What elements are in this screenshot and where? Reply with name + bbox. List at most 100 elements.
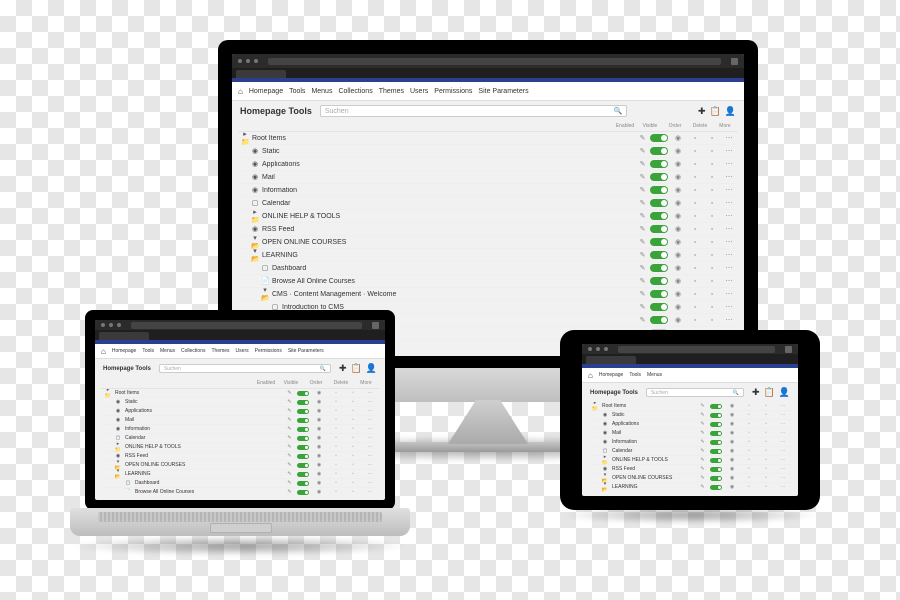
nav-item[interactable]: Users <box>410 88 428 95</box>
enabled-toggle[interactable] <box>650 238 668 246</box>
tree-row[interactable]: ▸📁ONLINE HELP & TOOLS✎◉▫▫⋯ <box>588 456 792 465</box>
enabled-toggle[interactable] <box>650 251 668 259</box>
row-action[interactable]: ◉ <box>312 471 326 477</box>
row-action[interactable]: ▫ <box>346 471 360 477</box>
row-action[interactable]: ▫ <box>742 466 756 472</box>
row-action[interactable]: ▫ <box>688 304 702 311</box>
row-action[interactable]: ⋯ <box>722 160 736 168</box>
row-action[interactable]: ▫ <box>329 408 343 414</box>
row-action[interactable]: ⋯ <box>363 417 377 423</box>
tree-row[interactable]: ▾📂LEARNING✎◉▫▫⋯ <box>588 483 792 492</box>
edit-icon[interactable]: ✎ <box>638 160 647 168</box>
edit-icon[interactable]: ✎ <box>638 277 647 285</box>
browser-tab[interactable] <box>236 70 286 78</box>
row-action[interactable]: ▫ <box>329 444 343 450</box>
row-action[interactable]: ◉ <box>671 186 685 194</box>
clipboard-icon[interactable]: 📋 <box>710 106 721 117</box>
search-input[interactable]: Suchen🔍 <box>320 105 628 117</box>
row-action[interactable]: ▫ <box>329 489 343 495</box>
row-action[interactable]: ▫ <box>346 453 360 459</box>
row-action[interactable]: ▫ <box>742 457 756 463</box>
row-action[interactable]: ◉ <box>671 225 685 233</box>
row-action[interactable]: ⋯ <box>776 439 790 445</box>
row-action[interactable]: ◉ <box>725 457 739 463</box>
row-action[interactable]: ▫ <box>759 466 773 472</box>
row-action[interactable]: ◉ <box>312 489 326 495</box>
search-input[interactable]: Suchen🔍 <box>646 388 744 397</box>
home-icon[interactable]: ⌂ <box>238 87 243 96</box>
enabled-toggle[interactable] <box>710 404 722 409</box>
row-action[interactable]: ▫ <box>329 390 343 396</box>
row-action[interactable]: ◉ <box>725 448 739 454</box>
search-input[interactable]: Suchen🔍 <box>159 364 331 373</box>
row-action[interactable]: ⋯ <box>722 290 736 298</box>
row-action[interactable]: ⋯ <box>776 448 790 454</box>
edit-icon[interactable]: ✎ <box>285 489 294 495</box>
row-action[interactable]: ▫ <box>329 453 343 459</box>
row-action[interactable]: ▫ <box>705 200 719 207</box>
edit-icon[interactable]: ✎ <box>698 448 707 454</box>
address-bar[interactable] <box>131 322 362 329</box>
row-action[interactable]: ⋯ <box>776 403 790 409</box>
edit-icon[interactable]: ✎ <box>638 173 647 181</box>
enabled-toggle[interactable] <box>710 449 722 454</box>
row-action[interactable]: ◉ <box>671 134 685 142</box>
enabled-toggle[interactable] <box>297 436 309 441</box>
row-action[interactable]: ◉ <box>671 290 685 298</box>
row-action[interactable]: ▫ <box>759 475 773 481</box>
row-action[interactable]: ⋯ <box>722 316 736 324</box>
row-action[interactable]: ⋯ <box>363 435 377 441</box>
plus-icon[interactable]: ✚ <box>698 106 706 117</box>
row-action[interactable]: ▫ <box>346 489 360 495</box>
edit-icon[interactable]: ✎ <box>698 403 707 409</box>
enabled-toggle[interactable] <box>650 134 668 142</box>
edit-icon[interactable]: ✎ <box>638 251 647 259</box>
nav-item[interactable]: Themes <box>211 348 229 354</box>
enabled-toggle[interactable] <box>710 485 722 490</box>
row-action[interactable]: ▫ <box>705 278 719 285</box>
tree-row[interactable]: ▾📂LEARNING✎◉▫▫⋯ <box>101 470 379 479</box>
browser-tab[interactable] <box>99 332 149 340</box>
tree-row[interactable]: ◉RSS Feed✎◉▫▫⋯ <box>588 465 792 474</box>
row-action[interactable]: ◉ <box>671 277 685 285</box>
row-action[interactable]: ▫ <box>742 439 756 445</box>
plus-icon[interactable]: ✚ <box>752 387 760 398</box>
edit-icon[interactable]: ✎ <box>698 457 707 463</box>
clipboard-icon[interactable]: 📋 <box>351 363 362 374</box>
row-action[interactable]: ▫ <box>705 226 719 233</box>
nav-item[interactable]: Users <box>236 348 249 354</box>
row-action[interactable]: ◉ <box>312 408 326 414</box>
row-action[interactable]: ▫ <box>759 403 773 409</box>
row-action[interactable]: ⋯ <box>776 412 790 418</box>
enabled-toggle[interactable] <box>710 467 722 472</box>
tree-row[interactable]: ▢Dashboard✎◉▫▫⋯ <box>101 479 379 488</box>
row-action[interactable]: ⋯ <box>363 426 377 432</box>
row-action[interactable]: ⋯ <box>722 199 736 207</box>
edit-icon[interactable]: ✎ <box>638 147 647 155</box>
nav-item[interactable]: Menus <box>160 348 175 354</box>
row-action[interactable]: ◉ <box>725 475 739 481</box>
row-action[interactable]: ▫ <box>346 462 360 468</box>
edit-icon[interactable]: ✎ <box>698 475 707 481</box>
nav-item[interactable]: Homepage <box>112 348 136 354</box>
edit-icon[interactable]: ✎ <box>638 212 647 220</box>
tree-row[interactable]: ◉Mail✎◉▫▫⋯ <box>588 429 792 438</box>
row-action[interactable]: ▫ <box>742 448 756 454</box>
tree-row[interactable]: ◉Information✎◉▫▫⋯ <box>101 425 379 434</box>
row-action[interactable]: ◉ <box>725 421 739 427</box>
row-action[interactable]: ⋯ <box>363 453 377 459</box>
edit-icon[interactable]: ✎ <box>285 399 294 405</box>
enabled-toggle[interactable] <box>710 440 722 445</box>
enabled-toggle[interactable] <box>710 413 722 418</box>
row-action[interactable]: ◉ <box>671 160 685 168</box>
user-icon[interactable]: 👤 <box>366 363 377 374</box>
tree-row[interactable]: ▾📂OPEN ONLINE COURSES✎◉▫▫⋯ <box>101 461 379 470</box>
tree-row[interactable]: ◉Applications✎◉▫▫⋯ <box>238 158 738 171</box>
row-action[interactable]: ▫ <box>705 239 719 246</box>
tree-row[interactable]: ▸📁ONLINE HELP & TOOLS✎◉▫▫⋯ <box>101 443 379 452</box>
edit-icon[interactable]: ✎ <box>285 471 294 477</box>
row-action[interactable]: ▫ <box>759 412 773 418</box>
edit-icon[interactable]: ✎ <box>285 453 294 459</box>
row-action[interactable]: ◉ <box>312 444 326 450</box>
tree-row[interactable]: ◉Applications✎◉▫▫⋯ <box>588 420 792 429</box>
